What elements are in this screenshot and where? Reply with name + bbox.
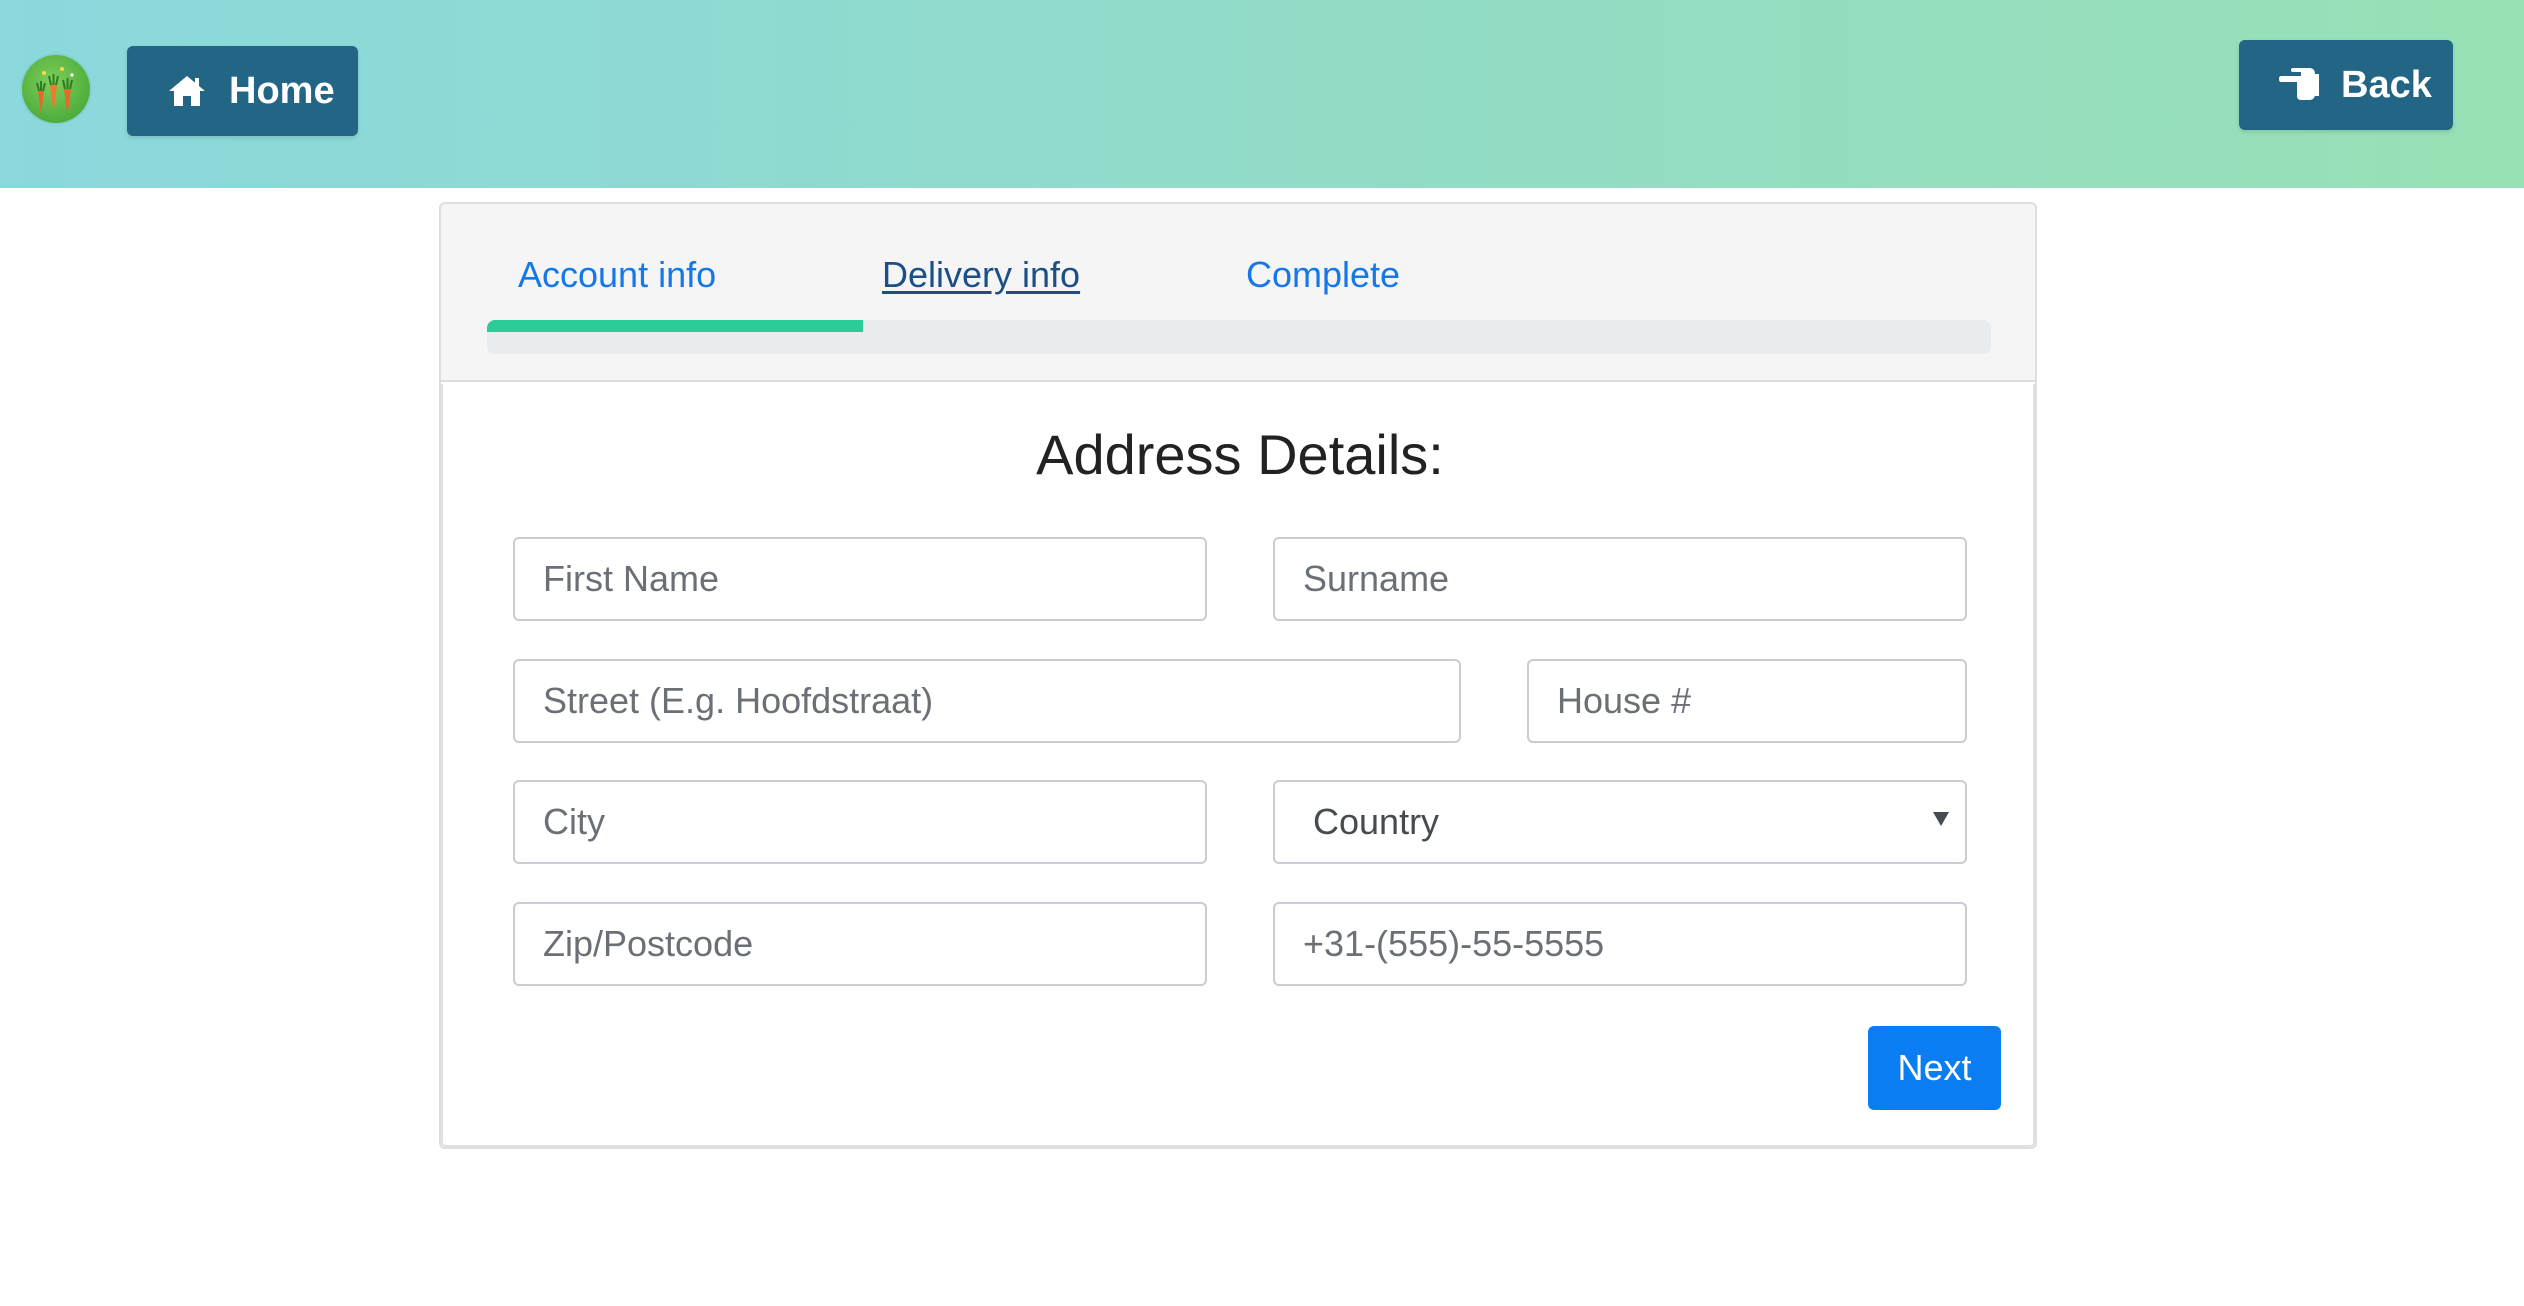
street-placeholder: Street (E.g. Hoofdstraat) xyxy=(543,680,934,721)
phone-placeholder: +31-(555)-55-5555 xyxy=(1303,923,1605,964)
house-number-placeholder: House # xyxy=(1557,680,1692,721)
home-icon xyxy=(167,73,207,109)
wizard-header: Account info Delivery info Complete xyxy=(441,204,2035,382)
zip-placeholder: Zip/Postcode xyxy=(543,923,754,964)
tab-complete[interactable]: Complete xyxy=(1246,254,1400,296)
top-header: Home Back xyxy=(0,0,2524,188)
house-number-input[interactable]: House # xyxy=(1527,659,1967,743)
carrots-logo-icon[interactable] xyxy=(22,55,90,123)
country-selected-value: Country xyxy=(1313,801,1440,842)
zip-input[interactable]: Zip/Postcode xyxy=(513,902,1207,986)
form-title: Address Details: xyxy=(1036,423,1444,486)
back-button-label: Back xyxy=(2341,63,2432,106)
chevron-down-icon xyxy=(1933,812,1949,826)
address-form: Address Details: First Name Surname Stre… xyxy=(441,384,2035,1147)
back-button[interactable]: Back xyxy=(2239,40,2453,130)
pointing-hand-icon xyxy=(2279,68,2319,102)
surname-input[interactable]: Surname xyxy=(1273,537,1967,621)
wizard-progress-fill xyxy=(487,320,863,332)
country-select[interactable]: Country xyxy=(1273,780,1967,864)
phone-input[interactable]: +31-(555)-55-5555 xyxy=(1273,902,1967,986)
tab-account-info[interactable]: Account info xyxy=(518,254,716,296)
wizard-progress-bar xyxy=(487,320,1991,354)
checkout-panel: Account info Delivery info Complete Addr… xyxy=(439,202,2037,1149)
first-name-placeholder: First Name xyxy=(543,558,720,599)
surname-placeholder: Surname xyxy=(1303,558,1450,599)
home-button[interactable]: Home xyxy=(127,46,358,136)
street-input[interactable]: Street (E.g. Hoofdstraat) xyxy=(513,659,1461,743)
city-input[interactable]: City xyxy=(513,780,1207,864)
city-placeholder: City xyxy=(543,801,605,842)
tab-delivery-info[interactable]: Delivery info xyxy=(882,254,1080,296)
home-button-label: Home xyxy=(229,69,335,112)
first-name-input[interactable]: First Name xyxy=(513,537,1207,621)
next-button[interactable]: Next xyxy=(1868,1026,2001,1110)
